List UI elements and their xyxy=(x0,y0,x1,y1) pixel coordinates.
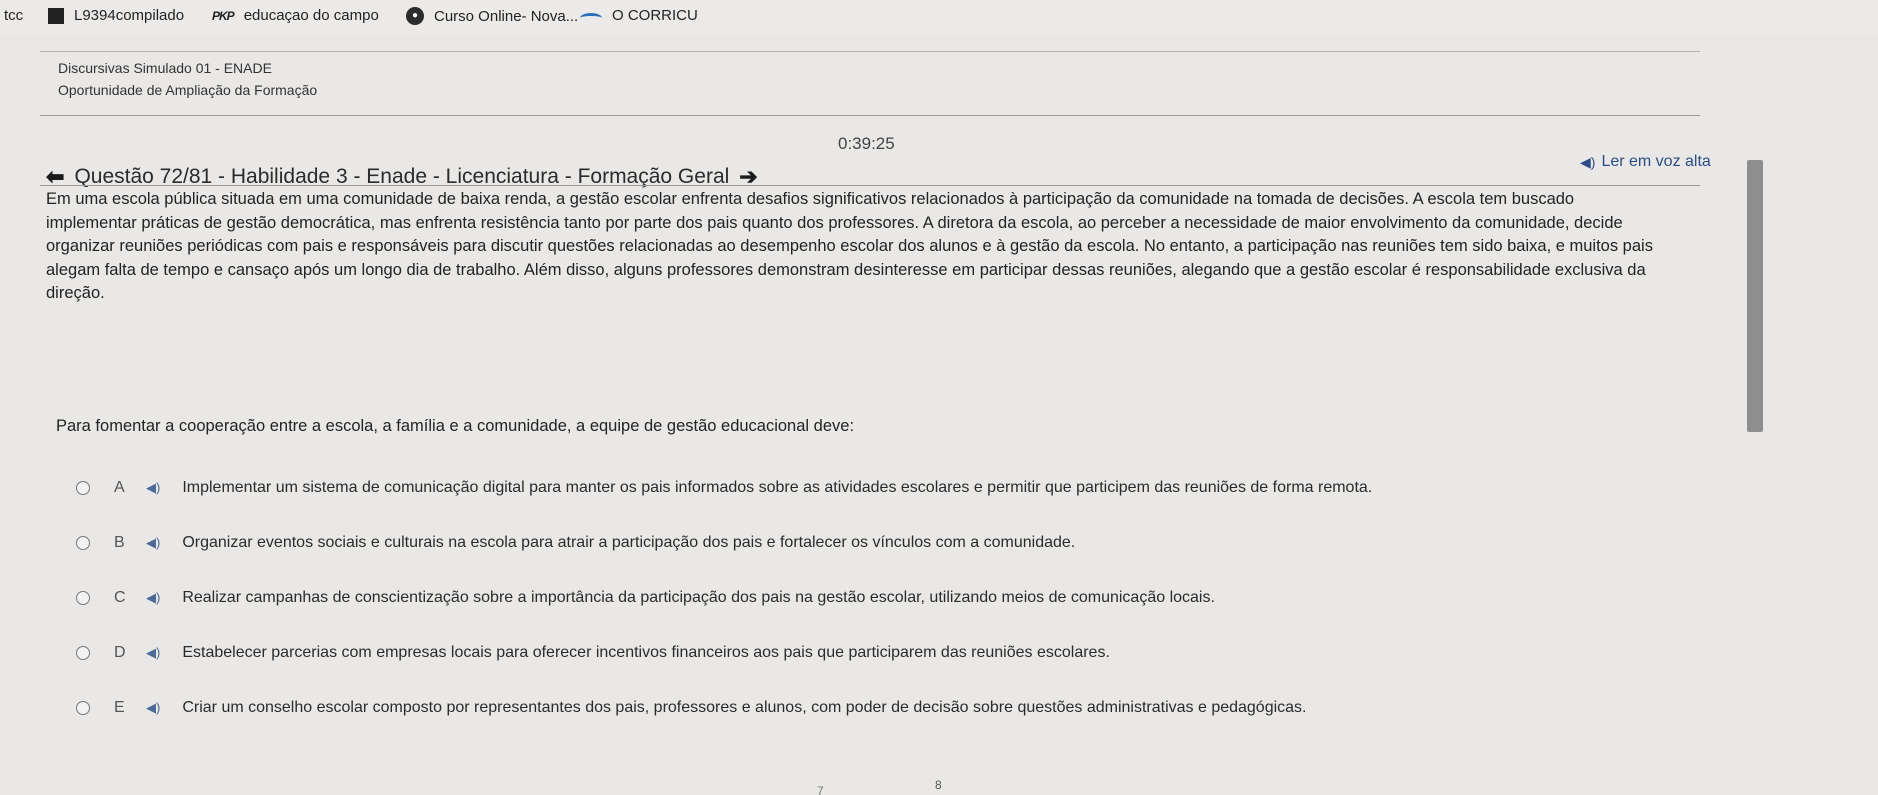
option-letter: C xyxy=(114,588,126,606)
option-letter: D xyxy=(114,643,126,661)
option-c-radio[interactable] xyxy=(76,590,90,605)
speaker-icon: ◀) xyxy=(1580,153,1596,170)
next-question-arrow-icon[interactable]: ➔ xyxy=(739,164,757,190)
speaker-icon[interactable]: ◀) xyxy=(146,535,160,551)
statement-line: organizar reuniões periódicas com pais e… xyxy=(46,237,1653,255)
bookmark-tcc[interactable]: tcc xyxy=(4,7,23,24)
title-divider xyxy=(40,185,1700,186)
question-statement: Em uma escola pública situada em uma com… xyxy=(46,188,1706,306)
countdown-timer: 0:39:25 xyxy=(838,134,895,153)
option-c[interactable]: C ◀) Realizar campanhas de conscientizaç… xyxy=(76,570,1576,625)
speaker-icon[interactable]: ◀) xyxy=(146,590,160,606)
statement-line: Em uma escola pública situada em uma com… xyxy=(46,190,1575,208)
statement-line: direção. xyxy=(46,284,105,302)
exam-name: Discursivas Simulado 01 - ENADE xyxy=(58,60,272,76)
exam-category: Oportunidade de Ampliação da Formação xyxy=(58,82,318,98)
option-letter: B xyxy=(114,533,125,551)
question-header: ⬅ Questão 72/81 - Habilidade 3 - Enade -… xyxy=(46,164,758,190)
option-e-radio[interactable] xyxy=(76,700,90,715)
bookmark-label: O CORRICU xyxy=(612,7,698,24)
statement-line: implementar práticas de gestão democráti… xyxy=(46,213,1623,232)
bookmark-label: L9394compilado xyxy=(74,7,185,24)
speaker-icon[interactable]: ◀) xyxy=(146,700,160,716)
question-prompt: Para fomentar a cooperação entre a escol… xyxy=(56,417,855,435)
option-d[interactable]: D ◀) Estabelecer parcerias com empresas … xyxy=(76,625,1576,680)
bookmark-label: tcc xyxy=(4,7,24,24)
read-aloud-label: Ler em voz alta xyxy=(1601,153,1711,170)
answer-options: A ◀) Implementar um sistema de comunicaç… xyxy=(76,460,1576,735)
speaker-icon[interactable]: ◀) xyxy=(146,645,160,661)
bookmark-curso-online[interactable]: ● Curso Online- Nova... xyxy=(406,7,578,25)
vertical-scrollbar[interactable] xyxy=(1747,160,1763,432)
page-indicator: 8 xyxy=(935,778,942,792)
bookmark-label: educaçao do campo xyxy=(243,7,379,24)
option-b-radio[interactable] xyxy=(76,535,90,550)
option-text: Estabelecer parcerias com empresas locai… xyxy=(182,643,1110,661)
option-text: Implementar um sistema de comunicação di… xyxy=(182,478,1373,496)
bird-icon xyxy=(580,12,602,23)
option-letter: A xyxy=(114,478,125,496)
option-letter: E xyxy=(114,698,125,716)
option-text: Criar um conselho escolar composto por r… xyxy=(182,698,1307,716)
previous-question-arrow-icon[interactable]: ⬅ xyxy=(46,164,64,190)
option-b[interactable]: B ◀) Organizar eventos sociais e cultura… xyxy=(76,515,1576,570)
option-a[interactable]: A ◀) Implementar um sistema de comunicaç… xyxy=(76,460,1576,515)
site-circle-icon: ● xyxy=(406,7,424,25)
document-icon xyxy=(48,7,64,24)
page-indicator: 7 xyxy=(817,784,824,795)
option-text: Organizar eventos sociais e culturais na… xyxy=(182,533,1076,551)
read-aloud-button[interactable]: ◀) Ler em voz alta xyxy=(1580,153,1711,171)
option-a-radio[interactable] xyxy=(76,480,90,495)
bookmark-label: Curso Online- Nova... xyxy=(434,7,579,25)
bookmark-corricu[interactable]: O CORRICU xyxy=(580,7,698,24)
exam-header: Discursivas Simulado 01 - ENADE Oportuni… xyxy=(40,46,1700,116)
pkp-icon: PKP xyxy=(212,8,235,23)
bookmarks-bar: tcc L9394compilado PKP educaçao do campo… xyxy=(0,0,1878,34)
statement-line: alegam falta de tempo e cansaço após um … xyxy=(46,260,1646,279)
option-d-radio[interactable] xyxy=(76,645,90,660)
bookmark-educacao-do-campo[interactable]: PKP educaçao do campo xyxy=(212,7,379,24)
option-e[interactable]: E ◀) Criar um conselho escolar composto … xyxy=(76,680,1576,735)
option-text: Realizar campanhas de conscientização so… xyxy=(182,588,1215,606)
speaker-icon[interactable]: ◀) xyxy=(146,480,160,496)
header-rule xyxy=(40,51,1700,52)
bookmark-l9394compilado[interactable]: L9394compilado xyxy=(48,7,184,24)
